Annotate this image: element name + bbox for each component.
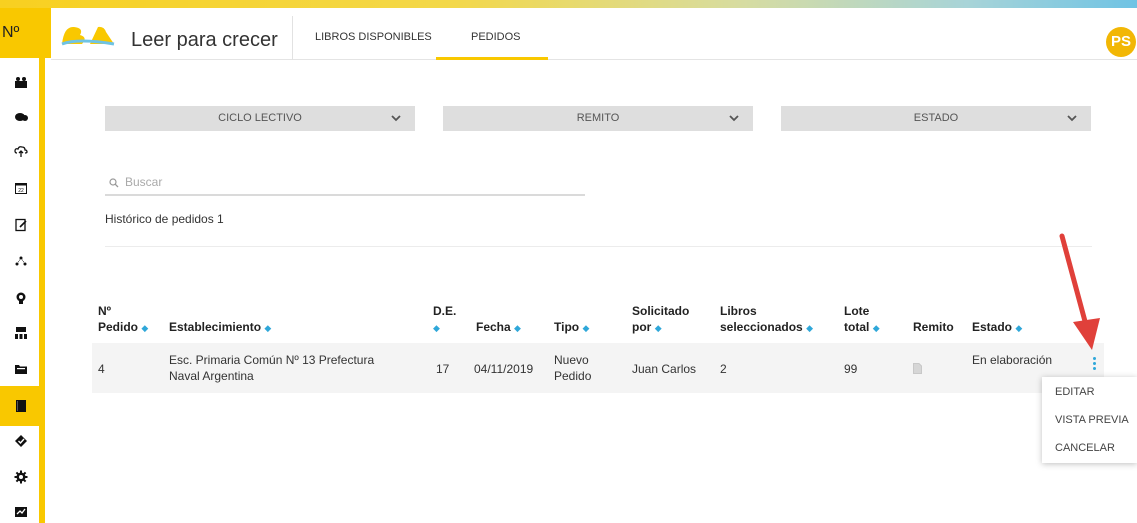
search-input[interactable]: [125, 172, 565, 192]
cloud-upload-icon[interactable]: [12, 142, 30, 160]
filter-label: CICLO LECTIVO: [218, 112, 302, 124]
filter-label: REMITO: [576, 112, 620, 124]
cell-line: Pedido: [554, 369, 592, 383]
gear-icon[interactable]: [12, 468, 30, 486]
network-icon[interactable]: [12, 252, 30, 270]
svg-text:22: 22: [18, 188, 24, 194]
cell-lote: 99: [844, 362, 858, 376]
app-title: Leer para crecer: [131, 29, 278, 51]
header-line: Libros: [720, 304, 757, 318]
chevron-down-icon: [1067, 106, 1077, 131]
top-gradient-strip: [0, 0, 1137, 8]
menu-item-vista-previa[interactable]: VISTA PREVIA: [1055, 414, 1129, 426]
cell-fecha: 04/11/2019: [474, 362, 534, 376]
remito-document-icon[interactable]: [913, 362, 922, 378]
cell-line: Naval Argentina: [169, 369, 254, 383]
col-header-pedido[interactable]: Nº Pedido ◆: [98, 303, 148, 336]
cell-pedido: 4: [98, 362, 105, 376]
sort-icon: ◆: [806, 323, 813, 333]
history-count: Histórico de pedidos 1: [105, 212, 224, 226]
col-header-solicitado-por[interactable]: Solicitado por ◆: [632, 303, 689, 336]
menu-item-cancelar[interactable]: CANCELAR: [1055, 442, 1115, 454]
header-line: Fecha: [476, 320, 511, 334]
active-tab-indicator: [436, 57, 548, 60]
sort-icon: ◆: [514, 323, 521, 333]
filter-ciclo-lectivo[interactable]: CICLO LECTIVO: [105, 106, 415, 131]
sort-icon: ◆: [872, 323, 880, 333]
cell-de: 17: [436, 362, 450, 376]
header-line: Solicitado: [632, 304, 690, 318]
chevron-down-icon: [391, 106, 401, 131]
header-line: Establecimiento: [169, 320, 262, 334]
cell-solicitado: Juan Carlos: [632, 362, 697, 376]
cell-estado: En elaboración: [972, 353, 1053, 367]
analytics-icon[interactable]: [12, 503, 30, 521]
check-badge-icon[interactable]: [12, 432, 30, 450]
book-icon[interactable]: [12, 397, 30, 415]
tab-libros-disponibles[interactable]: LIBROS DISPONIBLES: [315, 31, 432, 43]
col-header-fecha[interactable]: Fecha ◆: [476, 319, 521, 336]
tab-pedidos[interactable]: PEDIDOS: [471, 31, 521, 43]
sort-icon: ◆: [1015, 323, 1023, 333]
col-header-establecimiento[interactable]: Establecimiento ◆: [169, 319, 271, 336]
header-line: Estado: [972, 320, 1013, 334]
header-line: seleccionados: [720, 320, 803, 334]
header-separator: [292, 16, 293, 60]
cell-establecimiento: Esc. Primaria Común Nº 13 Prefectura Nav…: [169, 352, 374, 384]
col-header-tipo[interactable]: Tipo ◆: [554, 319, 589, 336]
filter-label: ESTADO: [913, 112, 959, 124]
header-line: Tipo: [554, 320, 580, 334]
annotation-arrow-icon: [1059, 233, 1100, 350]
edit-document-icon[interactable]: [12, 216, 30, 234]
calendar-icon[interactable]: 22: [12, 179, 30, 197]
filter-remito[interactable]: REMITO: [443, 106, 753, 131]
chat-bubbles-icon[interactable]: [12, 108, 30, 126]
col-header-de[interactable]: D.E. ◆: [433, 303, 456, 336]
col-header-lote-total[interactable]: Lote total ◆: [844, 303, 880, 336]
cell-line: Esc. Primaria Común Nº 13 Prefectura: [169, 353, 375, 367]
sort-icon: ◆: [141, 323, 149, 333]
menu-item-editar[interactable]: EDITAR: [1055, 386, 1095, 398]
search-box: [105, 172, 585, 196]
header-line: Lote: [844, 304, 870, 318]
folder-icon[interactable]: [12, 360, 30, 378]
lightbulb-icon[interactable]: [12, 289, 30, 307]
header-line: Nº: [98, 304, 112, 318]
chevron-down-icon: [729, 106, 739, 131]
filter-estado[interactable]: ESTADO: [781, 106, 1091, 131]
sort-icon: ◆: [433, 323, 440, 333]
header-line: Remito: [913, 320, 954, 334]
header-line: total: [844, 320, 870, 334]
col-header-libros-seleccionados[interactable]: Libros seleccionados ◆: [720, 303, 813, 336]
row-actions-menu: EDITAR VISTA PREVIA CANCELAR: [1042, 377, 1137, 463]
row-actions-kebab-icon[interactable]: [1093, 357, 1097, 371]
header-line: Pedido: [98, 320, 139, 334]
search-icon: [109, 175, 119, 193]
user-avatar[interactable]: PS: [1106, 27, 1136, 57]
cell-libros: 2: [720, 362, 727, 376]
org-chart-icon[interactable]: [12, 324, 30, 342]
divider: [105, 246, 1092, 247]
rail-top-label: Nº: [0, 8, 51, 58]
sort-icon: ◆: [264, 323, 272, 333]
header-line: D.E.: [433, 304, 457, 318]
people-icon[interactable]: [12, 73, 30, 91]
cell-line: Nuevo: [554, 353, 589, 367]
cell-tipo: Nuevo Pedido: [554, 352, 591, 384]
col-header-remito: Remito: [913, 319, 954, 335]
ba-logo: [60, 24, 116, 51]
header-line: por: [632, 320, 652, 334]
sort-icon: ◆: [582, 323, 590, 333]
sort-icon: ◆: [654, 323, 662, 333]
col-header-estado[interactable]: Estado ◆: [972, 319, 1022, 336]
